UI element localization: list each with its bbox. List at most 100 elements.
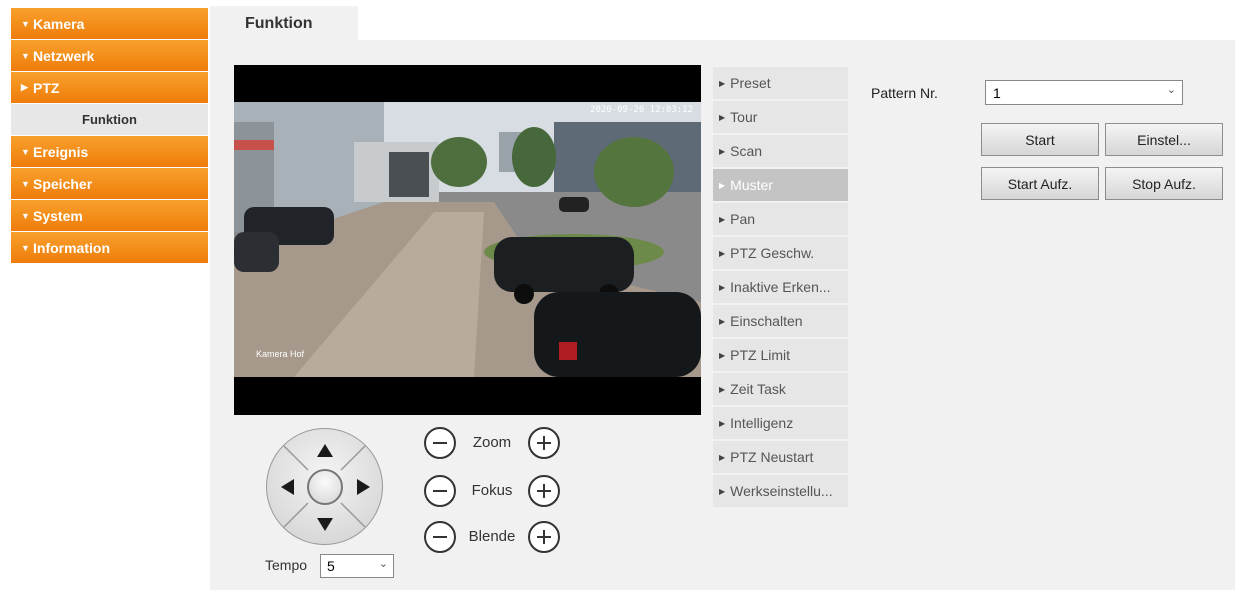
func-item-label: PTZ Geschw.: [730, 245, 815, 261]
func-item-idle-motion[interactable]: ▶ Inaktive Erken...: [713, 271, 848, 303]
minus-icon: [433, 442, 447, 444]
sidebar-item-ptz[interactable]: ▶ PTZ: [11, 72, 208, 104]
func-item-preset[interactable]: ▶ Preset: [713, 67, 848, 99]
start-recording-button[interactable]: Start Aufz.: [981, 167, 1099, 200]
start-button[interactable]: Start: [981, 123, 1099, 156]
chevron-down-icon: ▼: [21, 242, 30, 253]
triangle-right-icon: ▶: [719, 486, 726, 496]
ptz-center-button[interactable]: [307, 469, 343, 505]
func-item-factory-default[interactable]: ▶ Werkseinstellu...: [713, 475, 848, 507]
setup-button[interactable]: Einstel...: [1105, 123, 1223, 156]
chevron-down-icon: ▼: [21, 210, 30, 221]
triangle-right-icon: ▶: [719, 350, 726, 360]
func-item-ptz-speed[interactable]: ▶ PTZ Geschw.: [713, 237, 848, 269]
func-item-label: Werkseinstellu...: [730, 483, 833, 499]
focus-in-button[interactable]: [528, 475, 560, 507]
chevron-right-icon: ▶: [21, 82, 28, 92]
triangle-left-icon: [281, 479, 294, 495]
func-item-label: Inaktive Erken...: [730, 279, 831, 295]
sidebar-item-netzwerk[interactable]: ▼ Netzwerk: [11, 40, 208, 72]
video-preview: 2020-09-26 12:03:12 Kamera Hof: [234, 65, 701, 415]
ptz-function-list: ▶ Preset ▶ Tour ▶ Scan ▶ Muster ▶ Pan ▶ PTZ Ge…: [713, 67, 848, 509]
func-item-label: Preset: [730, 75, 771, 91]
func-item-label: Scan: [730, 143, 763, 159]
chevron-down-icon: ▼: [21, 18, 30, 29]
triangle-right-icon: ▶: [719, 316, 726, 326]
sidebar-item-ereignis[interactable]: ▼ Ereignis: [11, 136, 208, 168]
sidebar-item-kamera[interactable]: ▼ Kamera: [11, 8, 208, 40]
tab-funktion[interactable]: Funktion: [210, 6, 358, 40]
sidebar: ▼ Kamera ▼ Netzwerk ▶ PTZ Funktion ▼ Ere…: [11, 8, 208, 264]
iris-close-button[interactable]: [424, 521, 456, 553]
triangle-right-icon: ▶: [719, 146, 726, 156]
triangle-right-icon: ▶: [719, 112, 726, 122]
func-item-tour[interactable]: ▶ Tour: [713, 101, 848, 133]
focus-out-button[interactable]: [424, 475, 456, 507]
zoom-label: Zoom: [472, 434, 512, 451]
video-channel-name: Kamera Hof: [256, 349, 305, 359]
sidebar-item-system[interactable]: ▼ System: [11, 200, 208, 232]
triangle-right-icon: ▶: [719, 452, 726, 462]
zoom-out-button[interactable]: [424, 427, 456, 459]
tempo-select-value: 5: [327, 558, 335, 574]
chevron-down-icon: ▼: [21, 178, 30, 189]
zoom-in-button[interactable]: [528, 427, 560, 459]
func-item-label: Pan: [730, 211, 756, 227]
triangle-right-icon: ▶: [719, 180, 726, 190]
func-item-pan[interactable]: ▶ Pan: [713, 203, 848, 235]
sidebar-item-label: Speicher: [33, 175, 93, 192]
func-item-label: Einschalten: [730, 313, 803, 329]
sidebar-item-label: Kamera: [33, 15, 85, 32]
pattern-number-label: Pattern Nr.: [871, 85, 938, 101]
chevron-down-icon: ▼: [21, 146, 30, 157]
sidebar-item-speicher[interactable]: ▼ Speicher: [11, 168, 208, 200]
plus-icon: [537, 530, 551, 544]
func-item-power-up[interactable]: ▶ Einschalten: [713, 305, 848, 337]
triangle-right-icon: ▶: [719, 248, 726, 258]
ptz-left-button[interactable]: [278, 477, 296, 497]
func-item-ptz-limit[interactable]: ▶ PTZ Limit: [713, 339, 848, 371]
ptz-right-button[interactable]: [355, 477, 373, 497]
triangle-down-icon: [317, 518, 333, 531]
sidebar-item-label: Netzwerk: [33, 47, 95, 64]
func-item-label: Tour: [730, 109, 758, 125]
sidebar-item-label: Funktion: [82, 112, 137, 127]
chevron-down-icon: ⌄: [1166, 84, 1176, 96]
sidebar-item-label: Ereignis: [33, 143, 89, 160]
iris-open-button[interactable]: [528, 521, 560, 553]
tempo-label: Tempo: [265, 557, 308, 573]
ptz-direction-pad: [266, 428, 383, 545]
func-item-ptz-restart[interactable]: ▶ PTZ Neustart: [713, 441, 848, 473]
chevron-down-icon: ▼: [21, 50, 30, 61]
tempo-select[interactable]: 5 ⌄: [320, 554, 394, 578]
ptz-down-button[interactable]: [315, 516, 335, 534]
func-item-label: Intelligenz: [730, 415, 794, 431]
iris-label: Blende: [468, 528, 516, 545]
plus-icon: [537, 436, 551, 450]
plus-icon: [537, 484, 551, 498]
triangle-right-icon: ▶: [719, 384, 726, 394]
focus-label: Fokus: [471, 482, 513, 499]
sidebar-subitem-funktion[interactable]: Funktion: [11, 104, 208, 136]
sidebar-item-label: Information: [33, 239, 110, 256]
minus-icon: [433, 490, 447, 492]
func-item-muster[interactable]: ▶ Muster: [713, 169, 848, 201]
func-item-time-task[interactable]: ▶ Zeit Task: [713, 373, 848, 405]
camera-scene: [234, 102, 701, 377]
triangle-up-icon: [317, 444, 333, 457]
triangle-right-icon: ▶: [719, 282, 726, 292]
chevron-down-icon: ⌄: [378, 558, 388, 570]
func-item-label: PTZ Limit: [730, 347, 791, 363]
triangle-right-icon: ▶: [719, 418, 726, 428]
func-item-intelligence[interactable]: ▶ Intelligenz: [713, 407, 848, 439]
stop-recording-button[interactable]: Stop Aufz.: [1105, 167, 1223, 200]
ptz-up-button[interactable]: [315, 441, 335, 459]
func-item-scan[interactable]: ▶ Scan: [713, 135, 848, 167]
camera-image: 2020-09-26 12:03:12 Kamera Hof: [234, 102, 701, 377]
sidebar-item-information[interactable]: ▼ Information: [11, 232, 208, 264]
triangle-right-icon: ▶: [719, 214, 726, 224]
triangle-right-icon: ▶: [719, 78, 726, 88]
pattern-number-select[interactable]: 1 ⌄: [985, 80, 1183, 105]
sidebar-item-label: PTZ: [33, 79, 60, 96]
triangle-right-icon: [357, 479, 370, 495]
